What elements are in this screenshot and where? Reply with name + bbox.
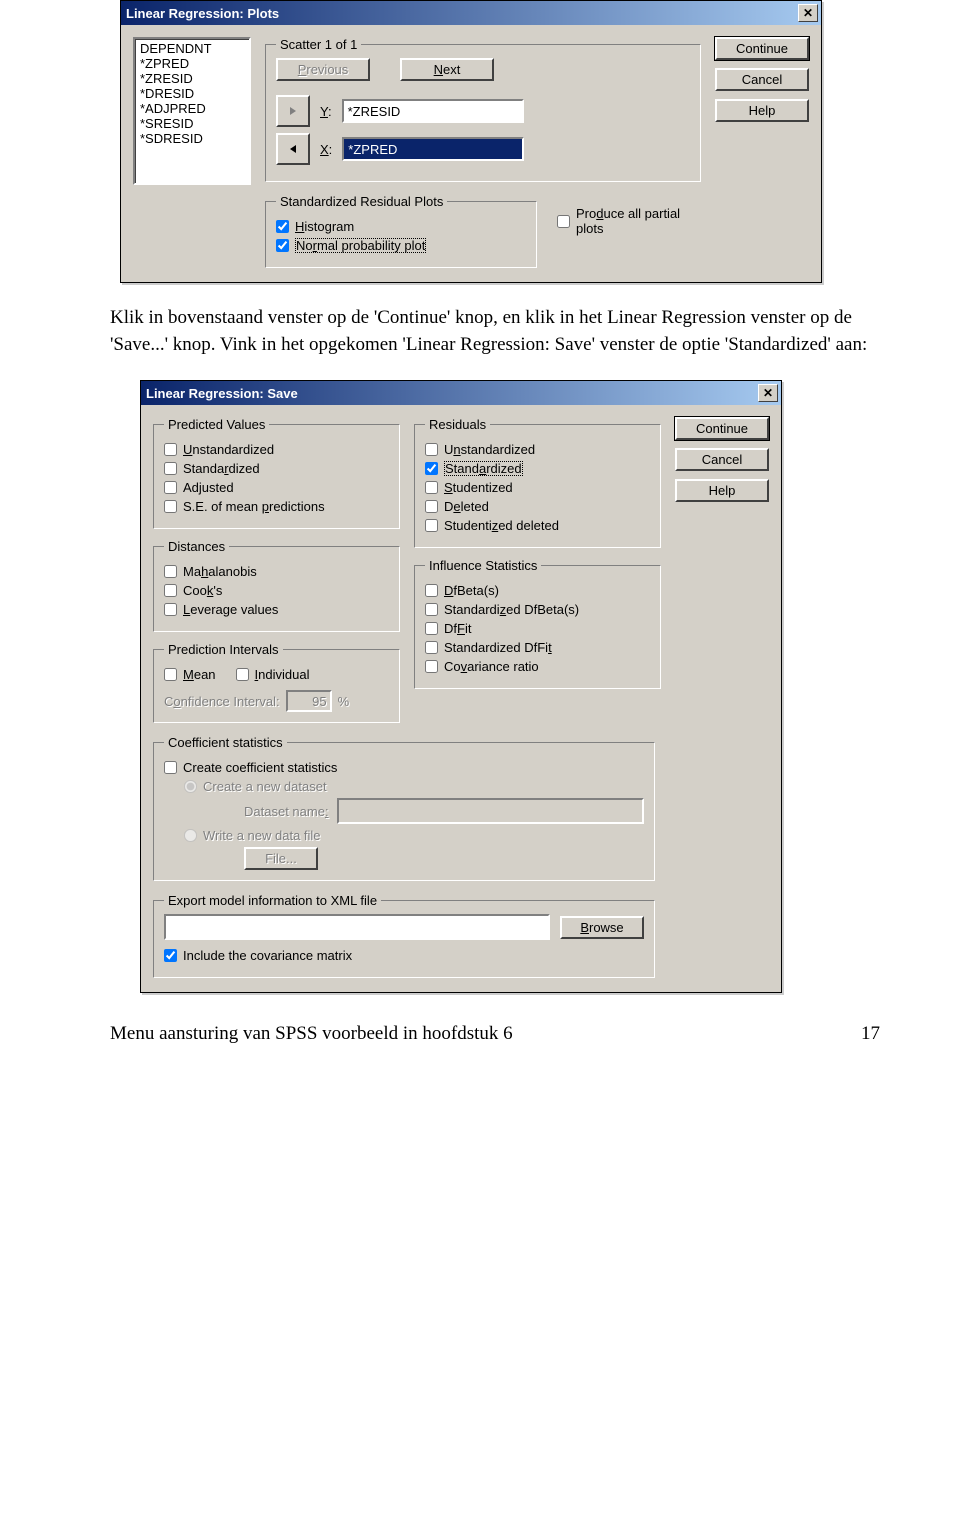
plots-dialog: Linear Regression: Plots ✕ DEPENDNT *ZPR… (120, 0, 822, 283)
continue-button[interactable]: Continue (715, 37, 809, 60)
distances-legend: Distances (164, 539, 229, 554)
page-footer: Menu aansturing van SPSS voorbeeld in ho… (110, 1023, 880, 1045)
dfbeta-checkbox[interactable]: DfBeta(s) (425, 583, 650, 598)
arrow-right-icon[interactable] (276, 95, 310, 127)
list-item[interactable]: *DRESID (137, 86, 247, 101)
arrow-left-icon[interactable] (276, 133, 310, 165)
cooks-checkbox[interactable]: Cook's (164, 583, 389, 598)
file-button: File... (244, 847, 318, 870)
dataset-name-field (337, 798, 644, 824)
continue-button[interactable]: Continue (675, 417, 769, 440)
distances-fieldset: Distances Mahalanobis Cook's Leverage va… (153, 539, 400, 632)
scatter-legend: Scatter 1 of 1 (276, 37, 361, 52)
histogram-checkbox[interactable]: Histogram (276, 219, 526, 234)
pv-standardized-checkbox[interactable]: Standardized (164, 461, 389, 476)
x-field[interactable]: *ZPRED (342, 137, 524, 161)
help-button[interactable]: Help (715, 99, 809, 122)
scatter-fieldset: Scatter 1 of 1 Previous Next Y: *ZRESID … (265, 37, 701, 182)
residuals-legend: Residuals (425, 417, 490, 432)
footer-text: Menu aansturing van SPSS voorbeeld in ho… (110, 1023, 513, 1045)
variable-listbox[interactable]: DEPENDNT *ZPRED *ZRESID *DRESID *ADJPRED… (133, 37, 251, 185)
caption-text: Klik in bovenstaand venster op de 'Conti… (110, 305, 880, 358)
close-icon[interactable]: ✕ (798, 4, 818, 22)
r-studentized-deleted-checkbox[interactable]: Studentized deleted (425, 518, 650, 533)
list-item[interactable]: *ZPRED (137, 56, 247, 71)
coefficient-legend: Coefficient statistics (164, 735, 287, 750)
std-resid-legend: Standardized Residual Plots (276, 194, 447, 209)
list-item[interactable]: *ZRESID (137, 71, 247, 86)
include-covariance-checkbox[interactable]: Include the covariance matrix (164, 948, 644, 963)
window-title: Linear Regression: Plots (126, 6, 279, 21)
list-item[interactable]: DEPENDNT (137, 41, 247, 56)
window-title: Linear Regression: Save (146, 386, 298, 401)
pi-mean-checkbox[interactable]: Mean (164, 667, 216, 682)
cancel-button[interactable]: Cancel (715, 68, 809, 91)
confidence-label: Confidence Interval: (164, 694, 280, 709)
pv-adjusted-checkbox[interactable]: Adjusted (164, 480, 389, 495)
predicted-legend: Predicted Values (164, 417, 269, 432)
dataset-name-label: Dataset name: (244, 804, 329, 819)
predicted-values-fieldset: Predicted Values Unstandardized Standard… (153, 417, 400, 529)
leverage-checkbox[interactable]: Leverage values (164, 602, 389, 617)
normal-prob-checkbox[interactable]: Normal probability plot (276, 238, 526, 253)
export-xml-legend: Export model information to XML file (164, 893, 381, 908)
covariance-ratio-checkbox[interactable]: Covariance ratio (425, 659, 650, 674)
prediction-intervals-fieldset: Prediction Intervals Mean Individual Con… (153, 642, 400, 723)
list-item[interactable]: *SRESID (137, 116, 247, 131)
r-standardized-checkbox[interactable]: Standardized (425, 461, 650, 476)
confidence-field[interactable]: 95 (286, 690, 332, 712)
mahalanobis-checkbox[interactable]: Mahalanobis (164, 564, 389, 579)
pi-individual-checkbox[interactable]: Individual (236, 667, 310, 682)
titlebar: Linear Regression: Save ✕ (141, 381, 781, 405)
influence-fieldset: Influence Statistics DfBeta(s) Standardi… (414, 558, 661, 689)
r-studentized-checkbox[interactable]: Studentized (425, 480, 650, 495)
cancel-button[interactable]: Cancel (675, 448, 769, 471)
partial-plots-checkbox[interactable]: Produce all partial plots (557, 206, 701, 236)
write-file-radio: Write a new data file (184, 828, 644, 843)
sdffit-checkbox[interactable]: Standardized DfFit (425, 640, 650, 655)
pi-legend: Prediction Intervals (164, 642, 283, 657)
close-icon[interactable]: ✕ (758, 384, 778, 402)
coefficient-fieldset: Coefficient statistics Create coefficien… (153, 735, 655, 881)
list-item[interactable]: *ADJPRED (137, 101, 247, 116)
browse-button[interactable]: Browse (560, 916, 644, 939)
dffit-checkbox[interactable]: DfFit (425, 621, 650, 636)
help-button[interactable]: Help (675, 479, 769, 502)
pv-se-checkbox[interactable]: S.E. of mean predictions (164, 499, 389, 514)
influence-legend: Influence Statistics (425, 558, 541, 573)
r-deleted-checkbox[interactable]: Deleted (425, 499, 650, 514)
percent-label: % (338, 694, 350, 709)
next-button[interactable]: Next (400, 58, 494, 81)
y-field[interactable]: *ZRESID (342, 99, 524, 123)
list-item[interactable]: *SDRESID (137, 131, 247, 146)
x-label: X: (320, 142, 332, 157)
create-dataset-radio: Create a new dataset (184, 779, 644, 794)
std-resid-fieldset: Standardized Residual Plots Histogram No… (265, 194, 537, 268)
y-label: Y: (320, 104, 332, 119)
r-unstandardized-checkbox[interactable]: Unstandardized (425, 442, 650, 457)
export-xml-fieldset: Export model information to XML file Bro… (153, 893, 655, 978)
save-dialog: Linear Regression: Save ✕ Predicted Valu… (140, 380, 782, 993)
previous-button[interactable]: Previous (276, 58, 370, 81)
pv-unstandardized-checkbox[interactable]: Unstandardized (164, 442, 389, 457)
xml-path-field[interactable] (164, 914, 550, 940)
sdfbeta-checkbox[interactable]: Standardized DfBeta(s) (425, 602, 650, 617)
titlebar: Linear Regression: Plots ✕ (121, 1, 821, 25)
create-coef-checkbox[interactable]: Create coefficient statistics (164, 760, 644, 775)
residuals-fieldset: Residuals Unstandardized Standardized St… (414, 417, 661, 548)
page-number: 17 (861, 1023, 880, 1045)
